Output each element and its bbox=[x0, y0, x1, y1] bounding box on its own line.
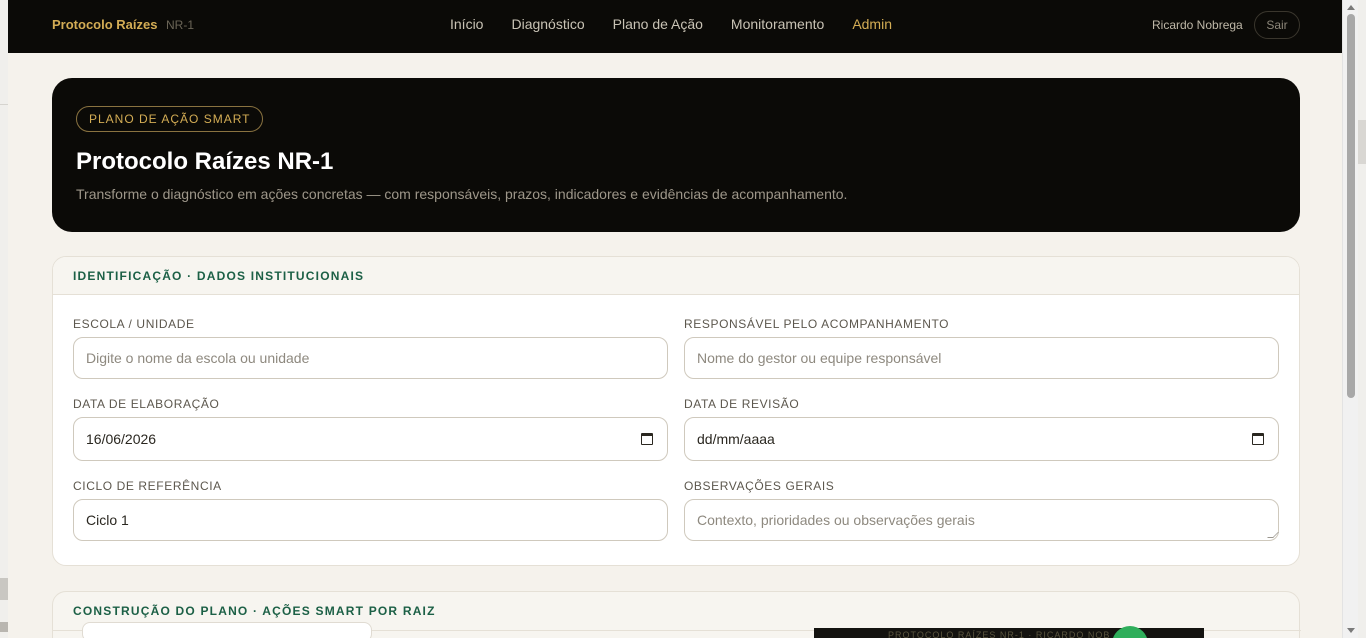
nav-links: Início Diagnóstico Plano de Ação Monitor… bbox=[450, 16, 892, 32]
section-title: IDENTIFICAÇÃO · DADOS INSTITUCIONAIS bbox=[73, 269, 365, 283]
revision-date-value: dd/mm/aaaa bbox=[697, 431, 775, 447]
school-input[interactable]: Digite o nome da escola ou unidade bbox=[73, 337, 668, 379]
partial-panel bbox=[82, 622, 372, 638]
logout-button[interactable]: Sair bbox=[1254, 11, 1300, 39]
creation-date-value: 16/06/2026 bbox=[86, 431, 157, 447]
responsible-label: RESPONSÁVEL PELO ACOMPANHAMENTO bbox=[684, 317, 950, 331]
background-fragment-text: PROTOCOLO RAÍZES NR-1 · RICARDO NOB bbox=[888, 630, 1111, 638]
creation-date-input[interactable]: 16/06/2026 bbox=[73, 417, 668, 461]
background-divider bbox=[0, 104, 8, 105]
section-title: CONSTRUÇÃO DO PLANO · AÇÕES SMART POR RA… bbox=[73, 604, 436, 618]
user-name: Ricardo Nobrega bbox=[1152, 18, 1243, 32]
vertical-scrollbar[interactable] bbox=[1342, 0, 1358, 638]
scrollbar-thumb[interactable] bbox=[1347, 14, 1355, 398]
revision-date-input[interactable]: dd/mm/aaaa bbox=[684, 417, 1279, 461]
observations-textarea[interactable]: Contexto, prioridades ou observações ger… bbox=[684, 499, 1279, 541]
cycle-input[interactable]: Ciclo 1 bbox=[73, 499, 668, 541]
revision-date-label: DATA DE REVISÃO bbox=[684, 397, 800, 411]
plan-window: Protocolo Raízes NR-1 Início Diagnóstico… bbox=[8, 0, 1342, 638]
nav-link-diagnostico[interactable]: Diagnóstico bbox=[511, 16, 584, 32]
background-block bbox=[0, 578, 8, 600]
creation-date-label: DATA DE ELABORAÇÃO bbox=[73, 397, 220, 411]
background-page-left bbox=[0, 0, 8, 638]
nav-link-inicio[interactable]: Início bbox=[450, 16, 483, 32]
calendar-icon[interactable] bbox=[1252, 433, 1264, 445]
hero-banner: PLANO DE AÇÃO SMART Protocolo Raízes NR-… bbox=[52, 78, 1300, 232]
top-navbar: Protocolo Raízes NR-1 Início Diagnóstico… bbox=[8, 0, 1342, 53]
nav-link-monitoramento[interactable]: Monitoramento bbox=[731, 16, 824, 32]
nav-link-plano-de-acao[interactable]: Plano de Ação bbox=[613, 16, 703, 32]
calendar-icon[interactable] bbox=[641, 433, 653, 445]
observations-placeholder: Contexto, prioridades ou observações ger… bbox=[697, 512, 975, 528]
background-block bbox=[1358, 120, 1366, 164]
background-page-right bbox=[1358, 0, 1366, 638]
observations-label: OBSERVAÇÕES GERAIS bbox=[684, 479, 835, 493]
school-label: ESCOLA / UNIDADE bbox=[73, 317, 195, 331]
background-text-fragment bbox=[0, 622, 8, 632]
cycle-label: CICLO DE REFERÊNCIA bbox=[73, 479, 222, 493]
hero-badge: PLANO DE AÇÃO SMART bbox=[76, 106, 264, 132]
scroll-up-arrow-icon[interactable] bbox=[1343, 0, 1359, 14]
scroll-down-arrow-icon[interactable] bbox=[1343, 624, 1359, 638]
page-subtitle: Transforme o diagnóstico em ações concre… bbox=[76, 186, 848, 202]
brand-logo[interactable]: Protocolo Raízes bbox=[52, 17, 157, 32]
card-header: IDENTIFICAÇÃO · DADOS INSTITUCIONAIS bbox=[53, 257, 1299, 295]
responsible-input[interactable]: Nome do gestor ou equipe responsável bbox=[684, 337, 1279, 379]
page-title: Protocolo Raízes NR-1 bbox=[76, 148, 334, 175]
nav-link-admin[interactable]: Admin bbox=[852, 16, 892, 32]
brand-tag: NR-1 bbox=[166, 18, 195, 32]
identification-card: IDENTIFICAÇÃO · DADOS INSTITUCIONAIS ESC… bbox=[52, 256, 1300, 566]
resize-handle-icon[interactable] bbox=[1267, 532, 1279, 538]
